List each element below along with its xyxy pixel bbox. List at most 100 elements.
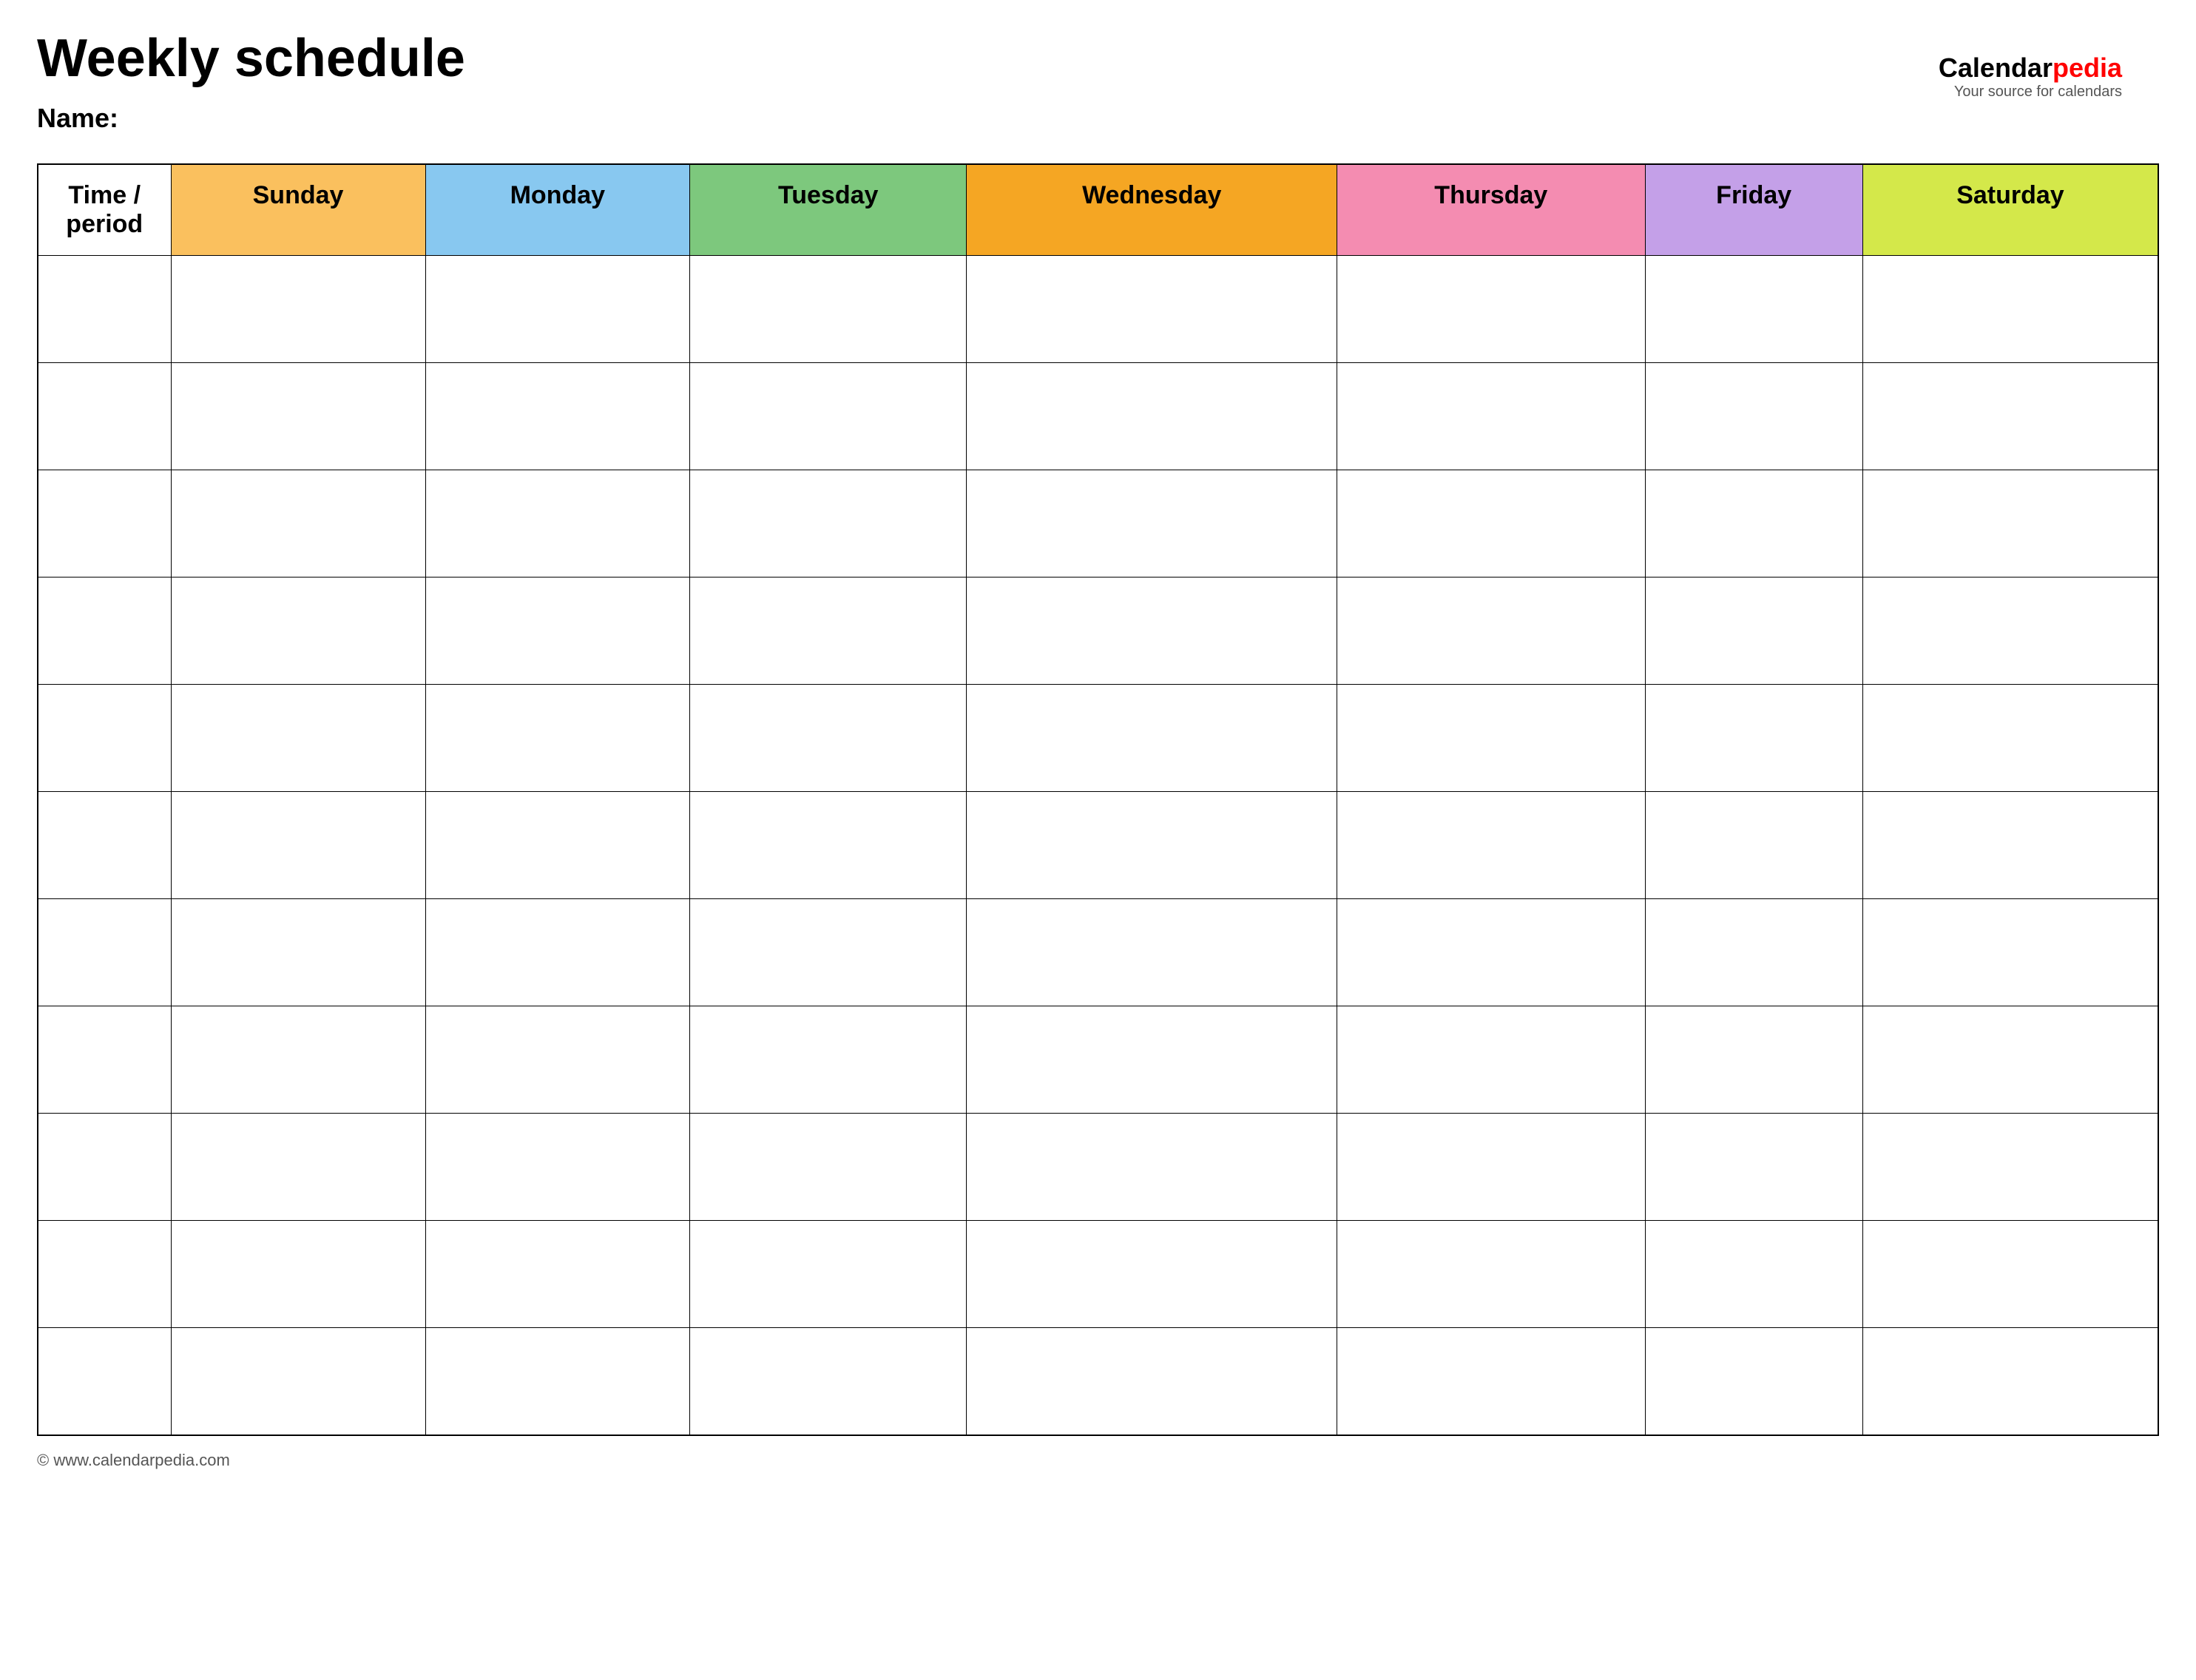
- schedule-cell[interactable]: [171, 1221, 425, 1328]
- schedule-cell[interactable]: [1862, 1006, 2158, 1114]
- schedule-cell[interactable]: [1337, 1328, 1645, 1435]
- schedule-cell[interactable]: [1337, 470, 1645, 578]
- schedule-cell[interactable]: [1337, 899, 1645, 1006]
- time-cell[interactable]: [38, 578, 171, 685]
- schedule-cell[interactable]: [1645, 1328, 1862, 1435]
- schedule-cell[interactable]: [690, 899, 967, 1006]
- schedule-cell[interactable]: [425, 363, 690, 470]
- schedule-cell[interactable]: [967, 792, 1337, 899]
- schedule-cell[interactable]: [425, 899, 690, 1006]
- logo-pedia: pedia: [2053, 52, 2122, 83]
- schedule-cell[interactable]: [1337, 363, 1645, 470]
- schedule-cell[interactable]: [1645, 363, 1862, 470]
- time-cell[interactable]: [38, 1114, 171, 1221]
- schedule-cell[interactable]: [690, 1221, 967, 1328]
- schedule-cell[interactable]: [690, 1328, 967, 1435]
- table-row: [38, 470, 2158, 578]
- schedule-cell[interactable]: [690, 256, 967, 363]
- schedule-cell[interactable]: [1862, 899, 2158, 1006]
- schedule-cell[interactable]: [171, 1328, 425, 1435]
- col-monday: Monday: [425, 164, 690, 256]
- col-friday: Friday: [1645, 164, 1862, 256]
- schedule-cell[interactable]: [425, 470, 690, 578]
- schedule-cell[interactable]: [967, 899, 1337, 1006]
- schedule-cell[interactable]: [1862, 685, 2158, 792]
- schedule-cell[interactable]: [1337, 1006, 1645, 1114]
- time-cell[interactable]: [38, 1221, 171, 1328]
- schedule-cell[interactable]: [1337, 685, 1645, 792]
- schedule-cell[interactable]: [425, 1221, 690, 1328]
- time-cell[interactable]: [38, 792, 171, 899]
- schedule-cell[interactable]: [967, 1221, 1337, 1328]
- schedule-cell[interactable]: [967, 1006, 1337, 1114]
- schedule-cell[interactable]: [690, 792, 967, 899]
- schedule-cell[interactable]: [967, 363, 1337, 470]
- schedule-cell[interactable]: [1337, 256, 1645, 363]
- table-row: [38, 899, 2158, 1006]
- schedule-cell[interactable]: [690, 685, 967, 792]
- time-cell[interactable]: [38, 256, 171, 363]
- schedule-cell[interactable]: [1862, 470, 2158, 578]
- schedule-cell[interactable]: [171, 1006, 425, 1114]
- schedule-cell[interactable]: [1645, 1114, 1862, 1221]
- schedule-cell[interactable]: [425, 792, 690, 899]
- time-cell[interactable]: [38, 1006, 171, 1114]
- schedule-cell[interactable]: [425, 256, 690, 363]
- schedule-cell[interactable]: [1645, 578, 1862, 685]
- table-row: [38, 685, 2158, 792]
- schedule-cell[interactable]: [425, 578, 690, 685]
- schedule-cell[interactable]: [1645, 470, 1862, 578]
- schedule-cell[interactable]: [1645, 899, 1862, 1006]
- schedule-cell[interactable]: [1337, 792, 1645, 899]
- schedule-cell[interactable]: [690, 363, 967, 470]
- schedule-cell[interactable]: [1862, 1328, 2158, 1435]
- schedule-cell[interactable]: [690, 578, 967, 685]
- time-cell[interactable]: [38, 899, 171, 1006]
- schedule-cell[interactable]: [425, 1328, 690, 1435]
- schedule-cell[interactable]: [171, 578, 425, 685]
- schedule-cell[interactable]: [967, 578, 1337, 685]
- schedule-cell[interactable]: [1862, 1114, 2158, 1221]
- schedule-cell[interactable]: [1645, 256, 1862, 363]
- schedule-cell[interactable]: [1862, 1221, 2158, 1328]
- schedule-cell[interactable]: [967, 685, 1337, 792]
- schedule-cell[interactable]: [1862, 363, 2158, 470]
- schedule-cell[interactable]: [967, 256, 1337, 363]
- schedule-cell[interactable]: [171, 363, 425, 470]
- schedule-cell[interactable]: [1645, 685, 1862, 792]
- schedule-cell[interactable]: [171, 899, 425, 1006]
- schedule-cell[interactable]: [1862, 578, 2158, 685]
- schedule-cell[interactable]: [1337, 1221, 1645, 1328]
- table-row: [38, 1006, 2158, 1114]
- schedule-cell[interactable]: [171, 470, 425, 578]
- schedule-cell[interactable]: [690, 1114, 967, 1221]
- schedule-cell[interactable]: [1337, 1114, 1645, 1221]
- schedule-cell[interactable]: [967, 1328, 1337, 1435]
- time-cell[interactable]: [38, 685, 171, 792]
- schedule-cell[interactable]: [1337, 578, 1645, 685]
- time-cell[interactable]: [38, 363, 171, 470]
- header-row: Time / period Sunday Monday Tuesday Wedn…: [38, 164, 2158, 256]
- footer: © www.calendarpedia.com: [37, 1451, 2159, 1470]
- schedule-cell[interactable]: [967, 1114, 1337, 1221]
- schedule-cell[interactable]: [171, 685, 425, 792]
- schedule-cell[interactable]: [425, 1006, 690, 1114]
- schedule-cell[interactable]: [1645, 1221, 1862, 1328]
- schedule-cell[interactable]: [690, 1006, 967, 1114]
- schedule-cell[interactable]: [425, 685, 690, 792]
- col-wednesday: Wednesday: [967, 164, 1337, 256]
- schedule-cell[interactable]: [171, 1114, 425, 1221]
- time-cell[interactable]: [38, 470, 171, 578]
- time-cell[interactable]: [38, 1328, 171, 1435]
- schedule-cell[interactable]: [1862, 256, 2158, 363]
- schedule-cell[interactable]: [690, 470, 967, 578]
- schedule-cell[interactable]: [171, 256, 425, 363]
- header-wrapper: Calendarpedia Your source for calendars …: [37, 30, 2159, 134]
- schedule-cell[interactable]: [1645, 1006, 1862, 1114]
- table-body: [38, 256, 2158, 1435]
- schedule-cell[interactable]: [171, 792, 425, 899]
- schedule-cell[interactable]: [1645, 792, 1862, 899]
- schedule-cell[interactable]: [425, 1114, 690, 1221]
- schedule-cell[interactable]: [967, 470, 1337, 578]
- schedule-cell[interactable]: [1862, 792, 2158, 899]
